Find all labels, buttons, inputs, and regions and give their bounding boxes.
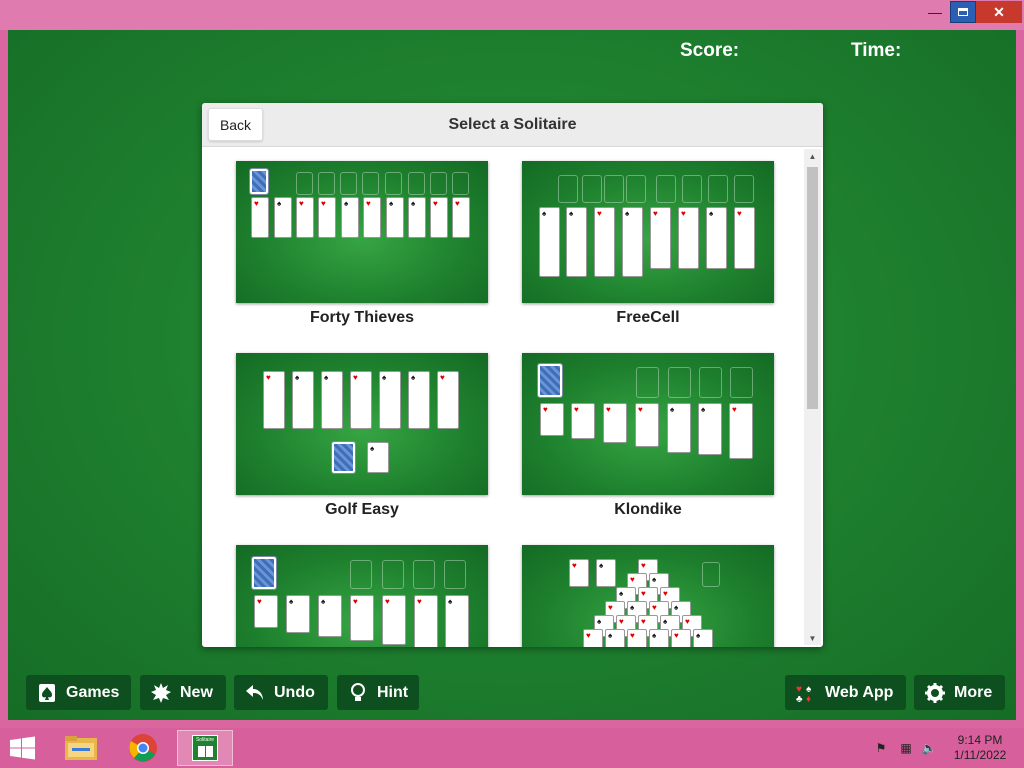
undo-button[interactable]: Undo <box>234 675 328 710</box>
game-area: Score: Time: Back Select a Solitaire ♥ ♠… <box>8 30 1016 720</box>
new-label: New <box>180 683 213 701</box>
svg-text:♣: ♣ <box>796 694 803 704</box>
taskbar: Solitaire ⚑ ▦ 🔈 9:14 PM 1/11/2022 <box>0 728 1024 768</box>
card-suits-icon: ♥ ♠ ♣ ♦ <box>795 682 817 704</box>
clock-time: 9:14 PM <box>957 733 1003 747</box>
game-list: Forty Thieves <box>202 148 823 647</box>
clock-date: 1/11/2022 <box>953 748 1007 762</box>
game-label: Golf Easy <box>325 501 399 518</box>
solitaire-app-icon: Solitaire <box>192 735 218 761</box>
spade-card-icon <box>36 682 58 704</box>
scroll-up-arrow-icon[interactable]: ▲ <box>804 149 821 163</box>
games-button[interactable]: Games <box>26 675 131 710</box>
hint-button[interactable]: Hint <box>337 675 419 710</box>
taskbar-solitaire[interactable]: Solitaire <box>177 730 233 766</box>
system-clock[interactable]: 9:14 PM 1/11/2022 <box>945 733 1015 763</box>
game-label: FreeCell <box>616 309 680 326</box>
freecell-preview <box>522 161 774 303</box>
game-preview <box>522 545 774 647</box>
game-tile-row3-left[interactable] <box>236 545 488 647</box>
klondike-preview <box>522 353 774 495</box>
scrollbar-thumb[interactable] <box>807 167 818 409</box>
chrome-icon <box>129 734 157 762</box>
web-app-label: Web App <box>825 683 894 701</box>
solitaire-app-icon-label: Solitaire <box>195 737 215 743</box>
game-label: Klondike <box>614 501 682 518</box>
taskbar-chrome[interactable] <box>115 730 171 766</box>
more-button[interactable]: More <box>914 675 1005 710</box>
maximize-icon <box>958 8 968 16</box>
select-solitaire-dialog: Back Select a Solitaire ♥ ♠ ♥ ♥ ♠ ♥ ♠ ♠ … <box>202 103 823 647</box>
game-preview <box>236 545 488 647</box>
lightbulb-icon <box>347 682 369 704</box>
game-tile-forty-thieves[interactable]: Forty Thieves <box>236 161 488 327</box>
golf-easy-preview <box>236 353 488 495</box>
hint-label: Hint <box>377 683 409 701</box>
volume-muted-icon[interactable]: 🔈 <box>922 741 937 755</box>
forty-thieves-preview <box>236 161 488 303</box>
undo-arrow-icon <box>244 682 266 704</box>
taskbar-file-explorer[interactable] <box>53 730 109 766</box>
action-center-flag-icon[interactable]: ⚑ <box>874 741 888 755</box>
game-tile-row3-right[interactable] <box>522 545 774 647</box>
window-titlebar: — ✕ <box>0 0 1024 30</box>
dialog-header: Back Select a Solitaire <box>202 103 823 147</box>
windows-logo-icon <box>10 736 35 760</box>
scroll-down-arrow-icon[interactable]: ▼ <box>804 631 821 645</box>
close-button[interactable]: ✕ <box>976 1 1022 23</box>
score-label: Score: <box>680 40 740 61</box>
folder-icon <box>65 736 97 760</box>
new-game-button[interactable]: New <box>140 675 226 710</box>
dialog-scrollbar[interactable]: ▲ ▼ <box>804 149 821 645</box>
game-tile-golf-easy[interactable]: Golf Easy <box>236 353 488 519</box>
games-label: Games <box>66 683 120 701</box>
card-back <box>249 168 269 195</box>
time-label: Time: <box>851 40 902 61</box>
minimize-button[interactable]: — <box>920 1 950 23</box>
dialog-title: Select a Solitaire <box>448 116 577 133</box>
maximize-button[interactable] <box>950 1 976 23</box>
game-tile-freecell[interactable]: FreeCell <box>522 161 774 327</box>
undo-label: Undo <box>274 683 315 701</box>
game-tile-klondike[interactable]: Klondike <box>522 353 774 519</box>
gear-icon <box>924 682 946 704</box>
game-label: Forty Thieves <box>309 309 415 326</box>
web-app-button[interactable]: ♥ ♠ ♣ ♦ Web App <box>785 675 906 710</box>
more-label: More <box>954 683 993 701</box>
network-icon[interactable]: ▦ <box>899 741 913 755</box>
starburst-icon <box>150 682 172 704</box>
svg-text:♦: ♦ <box>806 694 811 704</box>
start-button[interactable] <box>8 736 38 760</box>
